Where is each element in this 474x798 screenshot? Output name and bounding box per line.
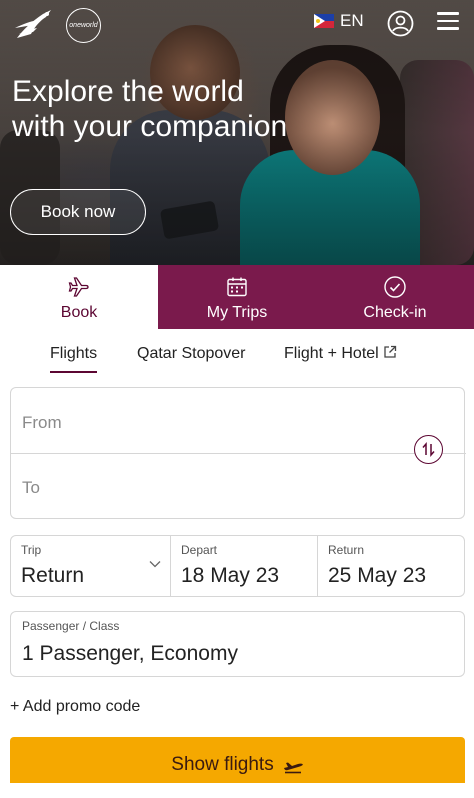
tab-book[interactable]: Book: [0, 265, 158, 329]
origin-destination-card: From To: [10, 387, 466, 519]
passenger-class-field[interactable]: Passenger / Class 1 Passenger, Economy: [10, 611, 465, 677]
depart-label: Depart: [181, 543, 218, 557]
external-link-icon: [384, 345, 396, 358]
trip-label: Trip: [21, 543, 42, 557]
to-field[interactable]: To: [22, 478, 40, 498]
tab-my-trips[interactable]: My Trips: [158, 265, 316, 329]
show-flights-label: Show flights: [171, 754, 274, 775]
trip-dates-card: Trip Return Depart 18 May 23 Return 25 M…: [10, 535, 465, 597]
swap-button[interactable]: [414, 435, 443, 464]
tab-my-trips-label: My Trips: [206, 304, 268, 321]
trip-type-select[interactable]: Trip Return: [11, 536, 170, 596]
language-selector[interactable]: EN: [314, 10, 364, 32]
chevron-down-icon: [149, 561, 161, 568]
booking-type-tabs: Flights Qatar Stopover Flight + Hotel: [0, 345, 474, 375]
main-tabs: Book My Trips Check-in: [0, 265, 474, 329]
return-date-field[interactable]: Return 25 May 23: [317, 536, 464, 596]
user-circle-icon[interactable]: [387, 10, 414, 37]
tab-flight-hotel-label: Flight + Hotel: [284, 345, 379, 362]
airplane-icon: [68, 277, 89, 297]
tab-flights[interactable]: Flights: [50, 345, 98, 373]
tab-book-label: Book: [60, 304, 98, 321]
hero-headline-line2: with your companion: [12, 110, 288, 143]
depart-value: 18 May 23: [181, 564, 280, 587]
tab-qatar-stopover[interactable]: Qatar Stopover: [137, 345, 246, 373]
depart-date-field[interactable]: Depart 18 May 23: [170, 536, 317, 596]
hamburger-menu-icon[interactable]: [437, 12, 459, 30]
divider: [11, 453, 466, 454]
tab-check-in[interactable]: Check-in: [316, 265, 474, 329]
qatar-airways-logo-icon[interactable]: [13, 8, 55, 42]
passenger-class-value: 1 Passenger, Economy: [22, 642, 238, 665]
hero-banner: oneworld EN Explore the world with your …: [0, 0, 474, 265]
check-circle-icon: [384, 276, 406, 298]
hero-headline: Explore the world with your companion: [12, 74, 287, 144]
passenger-class-label: Passenger / Class: [22, 619, 120, 633]
oneworld-badge[interactable]: oneworld: [66, 8, 101, 43]
swap-arrows-icon: [422, 441, 435, 458]
calendar-icon: [227, 277, 247, 297]
trip-value: Return: [21, 564, 85, 587]
book-now-button[interactable]: Book now: [10, 189, 146, 235]
add-promo-code-link[interactable]: + Add promo code: [10, 698, 140, 716]
tab-flight-hotel[interactable]: Flight + Hotel: [284, 345, 397, 373]
bottom-edge: [0, 783, 474, 798]
hero-headline-line1: Explore the world: [12, 75, 244, 108]
return-label: Return: [328, 543, 365, 557]
return-value: 25 May 23: [328, 564, 427, 587]
language-code: EN: [340, 11, 364, 30]
tab-check-in-label: Check-in: [363, 304, 427, 321]
philippines-flag-icon: [314, 14, 334, 28]
airplane-takeoff-icon: [283, 762, 303, 774]
from-field[interactable]: From: [22, 413, 62, 433]
